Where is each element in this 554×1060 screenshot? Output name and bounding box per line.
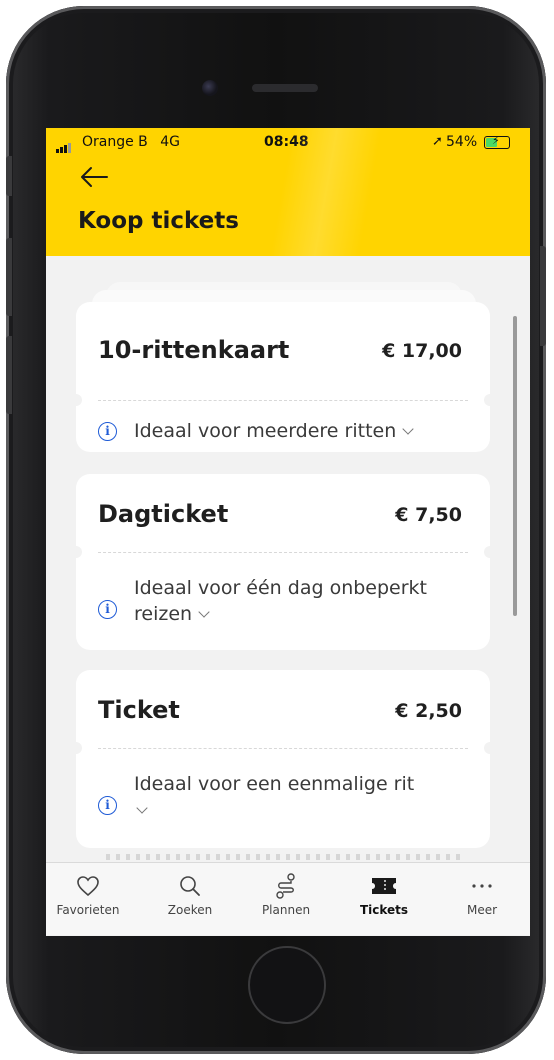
network-type: 4G xyxy=(160,134,181,150)
tab-favorieten[interactable]: Favorieten xyxy=(48,873,128,917)
chevron-down-icon[interactable] xyxy=(402,423,414,435)
ticket-description[interactable]: Ideaal voor een eenmalige rit xyxy=(134,771,474,823)
front-camera xyxy=(202,80,218,96)
tab-label: Plannen xyxy=(261,903,311,917)
tab-label: Zoeken xyxy=(167,903,213,917)
app-screen: Orange B 4G 08:48 ➚ 54% ⚡ Koop tickets 1… xyxy=(46,128,530,936)
back-arrow-icon[interactable] xyxy=(80,166,108,188)
scrollbar[interactable] xyxy=(513,316,517,616)
dashed-divider xyxy=(98,552,468,553)
earpiece-speaker xyxy=(252,84,318,92)
tab-label: Meer xyxy=(466,903,498,917)
info-icon[interactable]: i xyxy=(98,422,117,441)
tab-plannen[interactable]: Plannen xyxy=(246,873,326,917)
ticket-description-text: Ideaal voor één dag onbeperkt reizen xyxy=(134,577,427,625)
ticket-price: € 7,50 xyxy=(395,504,462,526)
route-icon xyxy=(276,873,295,899)
bottom-tab-bar: Favorieten Zoeken Plannen Tickets Meer xyxy=(46,862,530,935)
search-icon xyxy=(180,876,200,896)
chevron-down-icon[interactable] xyxy=(136,802,148,814)
page-title: Koop tickets xyxy=(78,208,239,234)
ticket-description-text: Ideaal voor een eenmalige rit xyxy=(134,773,415,795)
heart-icon xyxy=(77,876,99,897)
signal-icon xyxy=(56,137,72,153)
info-icon[interactable]: i xyxy=(98,796,117,815)
ticket-card-dagticket[interactable]: Dagticket € 7,50 i Ideaal voor één dag o… xyxy=(70,474,496,650)
ticket-card-10-rittenkaart[interactable]: 10-rittenkaart € 17,00 i Ideaal voor mee… xyxy=(70,302,496,452)
ticket-title: 10-rittenkaart xyxy=(98,336,290,364)
ticket-description[interactable]: Ideaal voor meerdere ritten xyxy=(134,418,474,444)
ticket-description-text: Ideaal voor meerdere ritten xyxy=(134,420,397,442)
tab-tickets[interactable]: Tickets xyxy=(344,873,424,917)
status-bar: Orange B 4G 08:48 ➚ 54% ⚡ xyxy=(46,134,530,153)
ticket-price: € 2,50 xyxy=(395,700,462,722)
info-icon[interactable]: i xyxy=(98,600,117,619)
mute-switch xyxy=(6,156,12,196)
partially-hidden-content xyxy=(106,854,466,860)
power-button xyxy=(540,246,546,346)
dashed-divider xyxy=(98,748,468,749)
ticket-title: Ticket xyxy=(98,696,180,724)
chevron-down-icon[interactable] xyxy=(198,606,210,618)
battery-icon: ⚡ xyxy=(484,134,510,149)
volume-down-button xyxy=(6,336,12,414)
status-time: 08:48 xyxy=(264,134,309,150)
tab-meer[interactable]: Meer xyxy=(442,873,522,917)
ticket-icon xyxy=(372,878,396,894)
ticket-title: Dagticket xyxy=(98,500,229,528)
volume-up-button xyxy=(6,238,12,316)
home-button[interactable] xyxy=(248,946,326,1024)
ticket-price: € 17,00 xyxy=(382,340,462,362)
ticket-card-ticket[interactable]: Ticket € 2,50 i Ideaal voor een eenmalig… xyxy=(70,670,496,848)
battery-percent: 54% xyxy=(446,134,478,150)
ticket-list: 10-rittenkaart € 17,00 i Ideaal voor mee… xyxy=(46,256,530,862)
carrier-name: Orange B xyxy=(82,134,148,150)
more-icon xyxy=(472,884,492,888)
tab-zoeken[interactable]: Zoeken xyxy=(150,873,230,917)
location-arrow-icon: ➚ xyxy=(432,134,443,149)
tab-label: Tickets xyxy=(359,903,409,917)
tab-label: Favorieten xyxy=(56,903,120,917)
ticket-description[interactable]: Ideaal voor één dag onbeperkt reizen xyxy=(134,575,474,627)
app-header: Orange B 4G 08:48 ➚ 54% ⚡ Koop tickets xyxy=(46,128,530,256)
dashed-divider xyxy=(98,400,468,401)
